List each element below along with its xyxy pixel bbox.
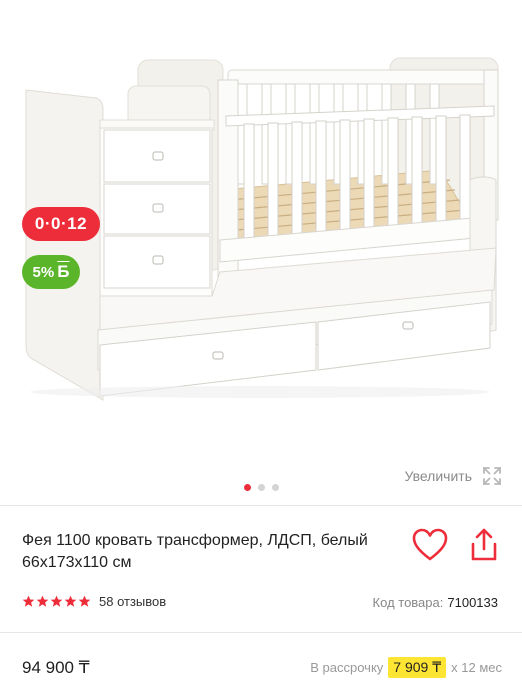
product-sku: Код товара: 7100133 [373, 595, 498, 610]
installment-label: В рассрочку [310, 660, 384, 675]
product-gallery[interactable]: 0·0·12 5% Б Увеличить [0, 0, 522, 505]
reviews-link[interactable]: 58 отзывов [99, 594, 166, 609]
installment-badge: 0·0·12 [22, 207, 100, 241]
pagination-dot[interactable] [257, 484, 265, 491]
bonus-percent: 5% [32, 263, 55, 281]
zoom-button[interactable]: Увеличить [404, 466, 502, 486]
zoom-label: Увеличить [404, 468, 472, 484]
sku-value: 7100133 [447, 595, 498, 610]
installment-badge-text: 0·0·12 [34, 214, 88, 233]
star-icon [50, 595, 63, 607]
pagination-dot[interactable] [271, 484, 279, 491]
star-icon [22, 595, 35, 607]
divider [0, 505, 522, 506]
bonus-currency-letter: Б [57, 262, 70, 281]
star-icon [78, 595, 91, 607]
product-title: Фея 1100 кровать трансформер, ЛДСП, белы… [22, 532, 368, 571]
pagination-dot[interactable] [243, 484, 251, 491]
installment-amount: 7 909 ₸ [388, 657, 447, 678]
sku-label: Код товара: [372, 595, 444, 610]
star-icon [36, 595, 49, 607]
product-rating[interactable]: 58 отзывов [22, 594, 166, 609]
expand-icon [483, 467, 501, 485]
share-icon[interactable] [468, 527, 500, 563]
rating-stars [22, 595, 91, 608]
installment-term: x 12 мес [451, 660, 502, 675]
star-icon [64, 595, 77, 607]
bonus-badge: 5% Б [22, 255, 80, 289]
heart-icon[interactable] [412, 528, 448, 562]
divider [0, 632, 522, 633]
gallery-pagination [0, 484, 522, 491]
product-price: 94 900 ₸ [22, 658, 90, 677]
installment-info[interactable]: В рассрочку 7 909 ₸ x 12 мес [310, 657, 502, 678]
